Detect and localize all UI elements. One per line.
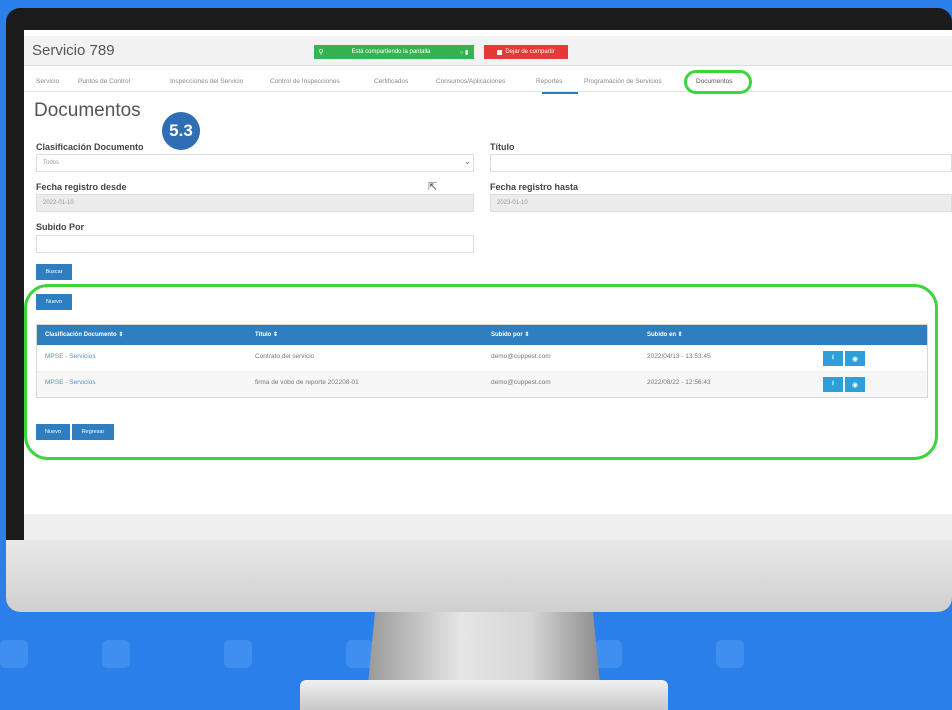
nuevo-bottom-button[interactable]: Nuevo xyxy=(36,424,70,440)
window-header: Servicio 789 ⚲ Está compartiendo la pant… xyxy=(24,36,952,66)
nuevo-top-button[interactable]: Nuevo xyxy=(36,294,72,310)
active-tab-indicator xyxy=(542,92,578,94)
view-icon[interactable]: ◉ xyxy=(845,377,865,392)
tab-reportes[interactable]: Reportes xyxy=(536,78,562,85)
row-subido-en: 2022/04/13 - 13:53:45 xyxy=(647,353,711,360)
tab-consumos-aplicaciones[interactable]: Consumos/Aplicaciones xyxy=(436,78,505,85)
tab-highlight-annotation xyxy=(684,70,752,94)
step-badge: 5.3 xyxy=(162,112,200,150)
taskbar xyxy=(24,514,952,540)
screen-share-bar: ⚲ Está compartiendo la pantalla ○ ▮ xyxy=(314,45,474,59)
tab-bar: Servicio Puntos de Control Inspecciones … xyxy=(24,74,952,92)
row-subido-por: demo@cuppest.com xyxy=(491,379,551,386)
subido-por-label: Subido Por xyxy=(36,222,84,232)
chevron-down-icon: ⌄ xyxy=(464,157,471,166)
monitor-base xyxy=(300,680,668,710)
share-icon: ⚲ xyxy=(318,49,324,56)
stop-sharing-button[interactable]: Dejar de compartir xyxy=(484,45,568,59)
documents-table: Clasificación Documento ⇕ Título ⇕ Subid… xyxy=(36,324,928,398)
row-clasificacion-link[interactable]: MPSE - Servicios xyxy=(45,379,96,386)
fecha-desde-label: Fecha registro desde xyxy=(36,182,127,192)
window-title: Servicio 789 xyxy=(32,42,115,59)
titulo-label: Título xyxy=(490,142,515,152)
monitor-chin xyxy=(6,540,952,612)
row-clasificacion-link[interactable]: MPSE - Servicios xyxy=(45,353,96,360)
regresar-button[interactable]: Regresar xyxy=(72,424,114,440)
tab-servicio[interactable]: Servicio xyxy=(36,78,59,85)
row-subido-por: demo@cuppest.com xyxy=(491,353,551,360)
share-controls-icon[interactable]: ○ ▮ xyxy=(454,49,474,56)
tab-puntos-de-control[interactable]: Puntos de Control xyxy=(78,78,130,85)
table-header: Clasificación Documento ⇕ Título ⇕ Subid… xyxy=(37,325,927,345)
view-icon[interactable]: ◉ xyxy=(845,351,865,366)
app-screen: Servicio 789 ⚲ Está compartiendo la pant… xyxy=(24,30,952,540)
stop-icon xyxy=(497,49,503,55)
clasificacion-select[interactable]: Todos xyxy=(36,154,474,172)
stop-sharing-label: Dejar de compartir xyxy=(505,49,555,55)
tab-control-de-inspecciones[interactable]: Control de Inspecciones xyxy=(270,78,340,85)
tab-certificados[interactable]: Certificados xyxy=(374,78,408,85)
fecha-hasta-input[interactable]: 2023-01-10 xyxy=(490,194,952,212)
download-icon[interactable]: ⭳ xyxy=(823,351,843,366)
screen-share-message: Está compartiendo la pantalla xyxy=(351,49,431,55)
fecha-hasta-label: Fecha registro hasta xyxy=(490,182,579,192)
mouse-cursor-icon: ⇱ xyxy=(428,181,438,193)
page-title: Documentos xyxy=(34,100,141,121)
subido-por-input[interactable] xyxy=(36,235,474,253)
header-titulo[interactable]: Título ⇕ xyxy=(255,331,278,338)
header-clasificacion[interactable]: Clasificación Documento ⇕ xyxy=(45,331,123,338)
table-row: MPSE - Servicios firma de vobo de report… xyxy=(37,371,927,397)
header-subido-en[interactable]: Subido en ⇕ xyxy=(647,331,683,338)
header-subido-por[interactable]: Subido por ⇕ xyxy=(491,331,529,338)
row-titulo: Contrato del servicio xyxy=(255,353,315,360)
fecha-desde-input[interactable]: 2022-01-10 xyxy=(36,194,474,212)
monitor-stand xyxy=(368,612,600,684)
download-icon[interactable]: ⭳ xyxy=(823,377,843,392)
clasificacion-label: Clasificación Documento xyxy=(36,142,144,152)
table-row: MPSE - Servicios Contrato del servicio d… xyxy=(37,345,927,371)
tab-inspecciones-del-servicio[interactable]: Inspecciones del Servicio xyxy=(170,78,243,85)
row-titulo: firma de vobo de reporte 202208-01 xyxy=(255,379,359,386)
buscar-button[interactable]: Buscar xyxy=(36,264,72,280)
row-subido-en: 2022/08/22 - 12:56:43 xyxy=(647,379,711,386)
titulo-input[interactable] xyxy=(490,154,952,172)
tab-programacion-de-servicios[interactable]: Programación de Servicios xyxy=(584,78,662,85)
